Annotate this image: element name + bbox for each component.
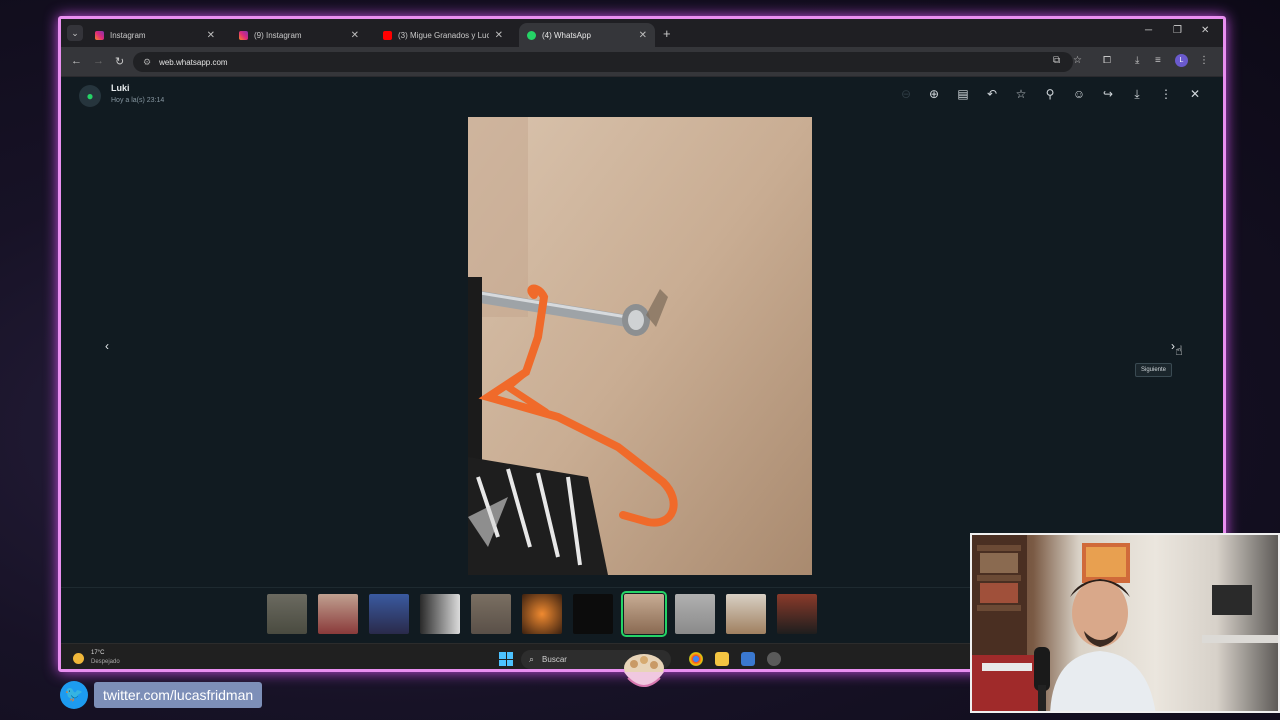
obs-icon[interactable]	[767, 652, 781, 666]
extensions-icon[interactable]: ⧠	[1103, 55, 1111, 66]
thumbnail[interactable]	[420, 594, 460, 634]
twitter-bird-icon: 🐦	[60, 681, 88, 709]
browser-menu-icon[interactable]: ⋮	[1199, 55, 1209, 66]
webcam-overlay	[970, 533, 1280, 713]
mouse-cursor-icon: ☝	[1175, 343, 1183, 358]
restore-icon[interactable]: ❐	[1173, 25, 1182, 36]
tab-label: Instagram	[110, 30, 146, 40]
tab-youtube[interactable]: (3) Migue Granados y Lucas Fr ✕	[375, 23, 511, 47]
search-icon: ⌕	[529, 654, 535, 664]
sticker-illustration	[624, 654, 664, 687]
twitter-handle: twitter.com/lucasfridman	[94, 682, 263, 708]
more-options-icon[interactable]: ⋮	[1157, 87, 1175, 101]
close-tab-icon[interactable]: ✕	[495, 30, 503, 41]
address-bar[interactable]: ⚙ web.whatsapp.com	[133, 52, 1073, 72]
zoom-in-icon[interactable]: ⊕	[925, 87, 943, 101]
pin-icon[interactable]: ⚲	[1041, 87, 1059, 101]
close-viewer-icon[interactable]: ✕	[1186, 87, 1204, 101]
tab-instagram-9[interactable]: (9) Instagram ✕	[231, 23, 367, 47]
thumbnail[interactable]	[573, 594, 613, 634]
previous-media-icon[interactable]: ‹	[99, 339, 115, 353]
thumbnail[interactable]	[318, 594, 358, 634]
next-tooltip: Siguiente	[1135, 363, 1173, 377]
download-icon[interactable]: ⤓	[1128, 87, 1146, 102]
weather-condition-text: Despejado	[91, 659, 120, 665]
tab-label: (4) WhatsApp	[542, 30, 591, 40]
twitter-overlay: 🐦 twitter.com/lucasfridman	[60, 681, 263, 709]
youtube-icon	[383, 30, 392, 40]
photo-illustration	[468, 117, 812, 575]
message-timestamp: Hoy a la(s) 23:14	[111, 97, 165, 104]
temperature-text: 17°C	[91, 650, 105, 656]
thumbnail[interactable]	[675, 594, 715, 634]
thumbnail[interactable]	[522, 594, 562, 634]
minimize-icon[interactable]: ─	[1145, 25, 1152, 36]
thumbnail[interactable]	[777, 594, 817, 634]
reply-icon[interactable]: ↶	[983, 87, 1001, 101]
search-label: Buscar	[542, 655, 567, 664]
webcam-illustration	[972, 535, 1278, 711]
thumbnail[interactable]	[726, 594, 766, 634]
forward-icon[interactable]: →	[93, 55, 104, 67]
close-tab-icon[interactable]: ✕	[351, 30, 359, 41]
forward-icon[interactable]: ↪	[1099, 87, 1117, 101]
contact-name[interactable]: Luki	[111, 83, 130, 93]
contact-avatar[interactable]: ●	[79, 85, 101, 107]
windows-start-icon[interactable]	[499, 652, 513, 666]
whatsapp-icon	[527, 30, 536, 40]
tab-label: (9) Instagram	[254, 30, 302, 40]
caption-icon[interactable]: ▤	[954, 87, 972, 101]
thumbnail[interactable]	[471, 594, 511, 634]
star-icon[interactable]: ☆	[1012, 87, 1030, 101]
url-text: web.whatsapp.com	[159, 57, 228, 67]
thumbnail[interactable]	[369, 594, 409, 634]
media-photo	[468, 117, 812, 575]
browser-toolbar: ← → ↻ ⚙ web.whatsapp.com ⧉ ☆ ⧠ ⤓ ≡ L ⋮	[61, 47, 1223, 77]
file-explorer-icon[interactable]	[715, 652, 729, 666]
close-tab-icon[interactable]: ✕	[639, 30, 647, 41]
close-window-icon[interactable]: ✕	[1201, 25, 1209, 36]
notepad-icon[interactable]	[741, 652, 755, 666]
browser-tab-bar: ⌄ Instagram ✕ (9) Instagram ✕ (3) Migue …	[61, 19, 1223, 47]
tab-label: (3) Migue Granados y Lucas Fr	[398, 30, 489, 40]
profile-avatar[interactable]: L	[1175, 54, 1188, 67]
downloads-icon[interactable]: ⤓	[1135, 55, 1139, 66]
reload-icon[interactable]: ↻	[115, 55, 124, 68]
instagram-icon	[239, 30, 248, 40]
site-info-icon[interactable]: ⚙	[143, 57, 151, 68]
back-icon[interactable]: ←	[71, 55, 82, 67]
close-tab-icon[interactable]: ✕	[207, 30, 215, 41]
new-tab-button[interactable]: +	[663, 26, 671, 41]
react-icon[interactable]: ☺	[1070, 87, 1088, 101]
zoom-out-icon: ⊖	[900, 87, 912, 101]
install-app-icon[interactable]: ⧉	[1053, 55, 1060, 66]
cereal-bowl-sticker	[620, 648, 668, 700]
tab-whatsapp[interactable]: (4) WhatsApp ✕	[519, 23, 655, 47]
chrome-icon[interactable]	[689, 652, 703, 666]
bookmark-star-icon[interactable]: ☆	[1073, 55, 1082, 66]
tab-search-button[interactable]: ⌄	[67, 25, 83, 41]
media-controls-icon[interactable]: ≡	[1155, 55, 1161, 66]
thumbnail[interactable]	[267, 594, 307, 634]
tab-instagram[interactable]: Instagram ✕	[87, 23, 223, 47]
moon-weather-icon[interactable]	[73, 653, 84, 664]
instagram-icon	[95, 30, 104, 40]
thumbnail-selected[interactable]	[621, 591, 667, 637]
